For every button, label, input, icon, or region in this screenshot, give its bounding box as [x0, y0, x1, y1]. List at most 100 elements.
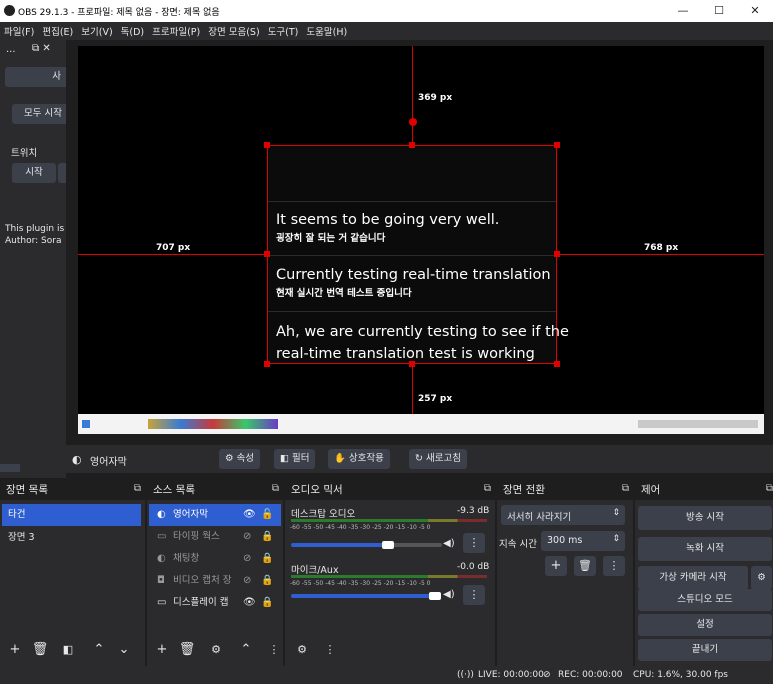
eye-hidden-icon[interactable]: ⊘ — [243, 531, 251, 542]
transitions-title: 장면 전환 — [497, 478, 633, 500]
dock-button-1[interactable]: 사 — [5, 67, 66, 87]
virtual-camera-settings-icon[interactable]: ⚙ — [751, 566, 772, 590]
preview-canvas[interactable]: 369 px 707 px 768 px 257 px It seems to … — [78, 46, 764, 434]
move-up-icon[interactable]: ⌃ — [88, 640, 110, 660]
speaker-icon[interactable]: ◀) — [443, 589, 455, 600]
resize-handle-tr[interactable] — [554, 142, 560, 148]
transition-select[interactable]: 서서히 사라지기 ⇕ — [501, 505, 625, 525]
author-text: Author: Sora — [5, 236, 62, 246]
source-settings-icon[interactable]: ⚙ — [205, 640, 227, 660]
scenes-float-icon[interactable]: ⧉ — [134, 483, 141, 494]
channel-menu-icon[interactable]: ⋮ — [463, 533, 485, 553]
resize-handle-b[interactable] — [409, 361, 415, 367]
resize-handle-br[interactable] — [554, 361, 560, 367]
eye-hidden-icon[interactable]: ⊘ — [243, 575, 251, 586]
filters-button[interactable]: ◧ 필터 — [274, 449, 316, 469]
volume-slider[interactable] — [291, 594, 441, 598]
mixer-float-icon[interactable]: ⧉ — [484, 483, 491, 494]
menu-edit[interactable]: 편집(E) — [42, 24, 73, 38]
rec-time: REC: 00:00:00 — [558, 670, 623, 680]
cpu-fps: CPU: 1.6%, 30.00 fps — [633, 670, 728, 680]
menu-docks[interactable]: 독(D) — [121, 24, 144, 38]
close-button[interactable]: ✕ — [737, 0, 773, 22]
volume-meter — [291, 575, 487, 578]
dock-float-icon[interactable]: ⧉ ✕ — [32, 43, 51, 54]
eye-icon[interactable]: 👁 — [243, 597, 256, 608]
interact-button[interactable]: ✋ 상호작용 — [328, 449, 390, 469]
refresh-button[interactable]: ↻ 새로고침 — [409, 449, 467, 469]
resize-handle-t[interactable] — [409, 142, 415, 148]
minimize-button[interactable]: — — [665, 0, 701, 22]
more-icon[interactable]: ⋮ — [263, 640, 285, 660]
add-source-button[interactable]: + — [151, 640, 173, 660]
volume-slider-knob[interactable] — [429, 592, 441, 600]
settings-button[interactable]: 설정 — [638, 614, 772, 636]
menu-file[interactable]: 파일(F) — [4, 24, 34, 38]
properties-button[interactable]: ⚙ 속성 — [219, 449, 261, 469]
resize-handle-tl[interactable] — [264, 142, 270, 148]
scene-item[interactable]: 장면 3 — [2, 527, 141, 549]
delete-source-icon[interactable]: 🗑 — [176, 640, 198, 660]
start-virtual-camera-button[interactable]: 가상 카메라 시작 — [638, 566, 748, 590]
transition-menu-icon[interactable]: ⋮ — [603, 556, 625, 576]
lock-icon[interactable]: 🔓 — [261, 509, 273, 520]
delete-transition-icon[interactable]: 🗑 — [574, 556, 596, 576]
resize-handle-l[interactable] — [264, 251, 270, 257]
transitions-dock: 장면 전환 ⧉ 서서히 사라지기 ⇕ 지속 시간 300 ms ⇕ + 🗑 ⋮ — [497, 478, 633, 666]
speaker-icon[interactable]: ◀) — [443, 538, 455, 549]
mixer-menu-icon[interactable]: ⋮ — [319, 640, 341, 660]
lock-icon[interactable]: 🔒 — [261, 575, 273, 586]
eye-hidden-icon[interactable]: ⊘ — [243, 553, 251, 564]
selected-source-box[interactable]: It seems to be going very well. 굉장히 잘 되는… — [267, 145, 569, 364]
resize-handle-r[interactable] — [554, 251, 560, 257]
mixer-settings-icon[interactable]: ⚙ — [291, 640, 313, 660]
volume-slider-knob[interactable] — [382, 541, 394, 549]
window-capture-icon: ▭ — [157, 531, 167, 542]
twitch-start-button[interactable]: 시작 — [12, 163, 56, 183]
windows-icon — [82, 420, 90, 428]
scene-filters-icon[interactable]: ◧ — [57, 640, 79, 660]
volume-slider[interactable] — [291, 543, 387, 547]
channel-db: -0.0 dB — [457, 562, 490, 572]
exit-button[interactable]: 끝내기 — [638, 639, 772, 661]
controls-float-icon[interactable]: ⧉ — [766, 483, 773, 494]
studio-mode-button[interactable]: 스튜디오 모드 — [638, 589, 772, 611]
maximize-button[interactable]: ☐ — [701, 0, 737, 22]
move-up-icon[interactable]: ⌃ — [235, 640, 257, 660]
meter-scale: -60 -55 -50 -45 -40 -35 -30 -25 -20 -15 … — [290, 524, 431, 531]
transition-type: 서서히 사라지기 — [507, 512, 572, 523]
lock-icon[interactable]: 🔒 — [261, 597, 273, 608]
rotate-handle[interactable] — [409, 118, 417, 126]
start-streaming-button[interactable]: 방송 시작 — [638, 506, 772, 530]
add-scene-button[interactable]: + — [4, 640, 26, 660]
divider — [268, 255, 556, 256]
resize-handle-bl[interactable] — [264, 361, 270, 367]
scene-item[interactable]: 타건 — [2, 504, 141, 526]
menu-tools[interactable]: 도구(T) — [268, 24, 299, 38]
dock-scrollbar[interactable] — [0, 464, 20, 472]
menu-help[interactable]: 도움말(H) — [306, 24, 347, 38]
channel-name: 마이크/Aux — [291, 565, 339, 576]
channel-menu-icon[interactable]: ⋮ — [463, 585, 485, 605]
duration-input[interactable]: 300 ms ⇕ — [541, 531, 625, 551]
lock-icon[interactable]: 🔒 — [261, 553, 273, 564]
twitch-extra-button[interactable] — [58, 163, 66, 183]
move-down-icon[interactable]: ⌄ — [113, 640, 135, 660]
live-time: LIVE: 00:00:00 — [478, 670, 544, 680]
divider — [268, 201, 556, 202]
menu-view[interactable]: 보기(V) — [81, 24, 112, 38]
delete-scene-icon[interactable]: 🗑 — [29, 640, 51, 660]
lock-icon[interactable]: 🔒 — [261, 531, 273, 542]
menu-bar: 파일(F) 편집(E) 보기(V) 독(D) 프로파일(P) 장면 모음(S) … — [0, 22, 773, 40]
menu-profile[interactable]: 프로파일(P) — [152, 24, 200, 38]
volume-slider-track[interactable] — [387, 543, 442, 547]
source-name: 영어자막 — [90, 457, 127, 468]
add-transition-button[interactable]: + — [545, 556, 567, 576]
sources-float-icon[interactable]: ⧉ — [272, 483, 279, 494]
camera-icon: ◘ — [157, 575, 165, 586]
transitions-float-icon[interactable]: ⧉ — [622, 483, 629, 494]
start-all-button[interactable]: 모두 시작 — [12, 104, 66, 124]
menu-scene-collection[interactable]: 장면 모음(S) — [208, 24, 259, 38]
eye-icon[interactable]: 👁 — [243, 509, 256, 520]
start-recording-button[interactable]: 녹화 시작 — [638, 537, 772, 561]
